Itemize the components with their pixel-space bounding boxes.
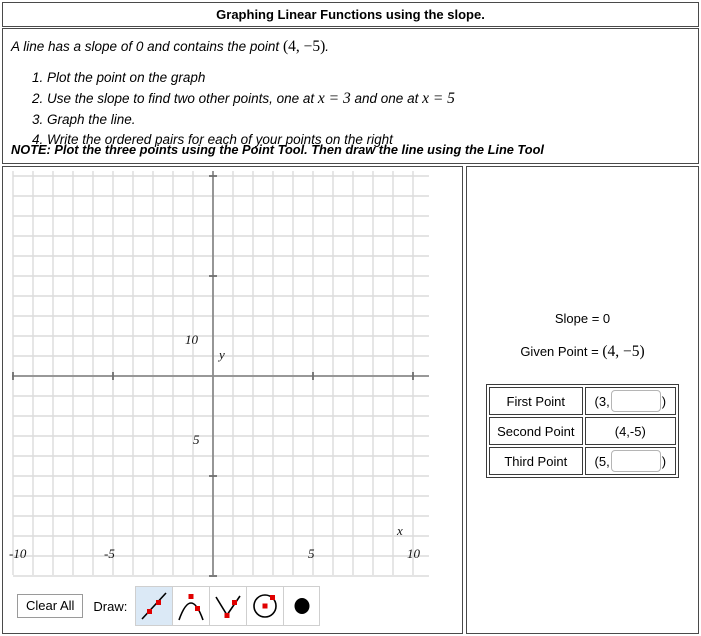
draw-label: Draw:: [93, 598, 128, 614]
x-tick-label-10: 10: [407, 546, 420, 561]
ordered-pairs-table: First Point (3, ) Second Point (4,-5) Th…: [486, 384, 679, 478]
x-tick-label-5: 5: [308, 546, 315, 561]
page-title: Graphing Linear Functions using the slop…: [216, 7, 485, 22]
given-point-line: Given Point = (4, −5): [467, 343, 698, 361]
first-point-y-input[interactable]: [610, 390, 661, 412]
page-title-bar: Graphing Linear Functions using the slop…: [2, 2, 699, 27]
given-point-value: (4, −5): [602, 343, 645, 360]
absolute-value-tool-button[interactable]: [209, 586, 247, 626]
first-point-pair: (3, ): [586, 388, 675, 414]
answers-panel: Slope = 0 Given Point = (4, −5) First Po…: [466, 166, 699, 634]
step-2-math-2: x = 5: [422, 89, 455, 107]
given-point-math: (4, −5): [282, 38, 326, 55]
slope-value-text: Slope = 0: [554, 311, 611, 326]
point-tool-icon: [294, 598, 310, 614]
coordinate-plane[interactable]: -10 -5 5 10 10 5 -5 -10 y x: [3, 167, 462, 579]
step-item-1: Plot the point on the graph: [47, 68, 690, 88]
problem-statement-text: A line has a slope of 0 and contains the…: [11, 39, 283, 54]
tool-strip: [135, 586, 321, 626]
third-point-y-input[interactable]: [610, 450, 661, 472]
table-row: Third Point (5, ): [489, 447, 676, 475]
x-axis-name: x: [397, 523, 403, 538]
problem-statement: A line has a slope of 0 and contains the…: [11, 37, 690, 56]
graph-panel[interactable]: -10 -5 5 10 10 5 -5 -10 y x Clear All Dr…: [2, 166, 463, 634]
step-item-2: Use the slope to find two other points, …: [47, 88, 690, 110]
clear-all-button[interactable]: Clear All: [17, 593, 84, 619]
step-2-text-b: and one at: [350, 90, 423, 106]
absolute-value-tool-icon: [215, 595, 242, 618]
line-tool-icon: [141, 592, 167, 620]
third-point-value-cell[interactable]: (5, ): [584, 447, 676, 475]
line-tool-button[interactable]: [135, 586, 173, 626]
third-point-label: Third Point: [489, 447, 583, 475]
second-point-label: Second Point: [489, 417, 583, 445]
step-2-text-a: Use the slope to find two other points, …: [47, 90, 318, 106]
circle-tool-button[interactable]: [246, 586, 284, 626]
x-tick-label--5: -5: [104, 546, 115, 561]
third-point-prefix: (5,: [594, 453, 610, 469]
first-point-label: First Point: [489, 387, 583, 415]
point-tool-button[interactable]: [283, 586, 321, 626]
y-axis-name: y: [219, 347, 225, 362]
instructions-panel: A line has a slope of 0 and contains the…: [2, 28, 699, 164]
first-point-prefix: (3,: [594, 393, 610, 409]
third-point-pair: (5, ): [586, 448, 675, 474]
second-point-value: (4,-5): [584, 417, 676, 445]
table-row: First Point (3, ): [489, 387, 676, 415]
step-2-math-1: x = 3: [317, 89, 351, 107]
parabola-tool-button[interactable]: [172, 586, 210, 626]
circle-tool-icon: [253, 594, 278, 618]
steps-list: Plot the point on the graph Use the slop…: [11, 68, 690, 149]
first-point-suffix: ): [661, 393, 667, 409]
x-tick-label--10: -10: [9, 546, 27, 561]
third-point-suffix: ): [661, 453, 667, 469]
problem-statement-period: .: [325, 39, 330, 54]
first-point-value-cell[interactable]: (3, ): [584, 387, 676, 415]
grid-svg: [12, 171, 429, 577]
note-text: NOTE: Plot the three points using the Po…: [11, 142, 544, 157]
y-tick-label-5: 5: [193, 432, 200, 447]
table-row: Second Point (4,-5): [489, 417, 676, 445]
drawing-toolbar: Clear All Draw:: [3, 579, 462, 633]
y-tick-label-10: 10: [185, 332, 198, 347]
given-point-label: Given Point =: [520, 344, 603, 359]
step-item-3: Graph the line.: [47, 110, 690, 130]
worksheet-root: Graphing Linear Functions using the slop…: [0, 0, 701, 636]
parabola-tool-icon: [178, 594, 205, 621]
